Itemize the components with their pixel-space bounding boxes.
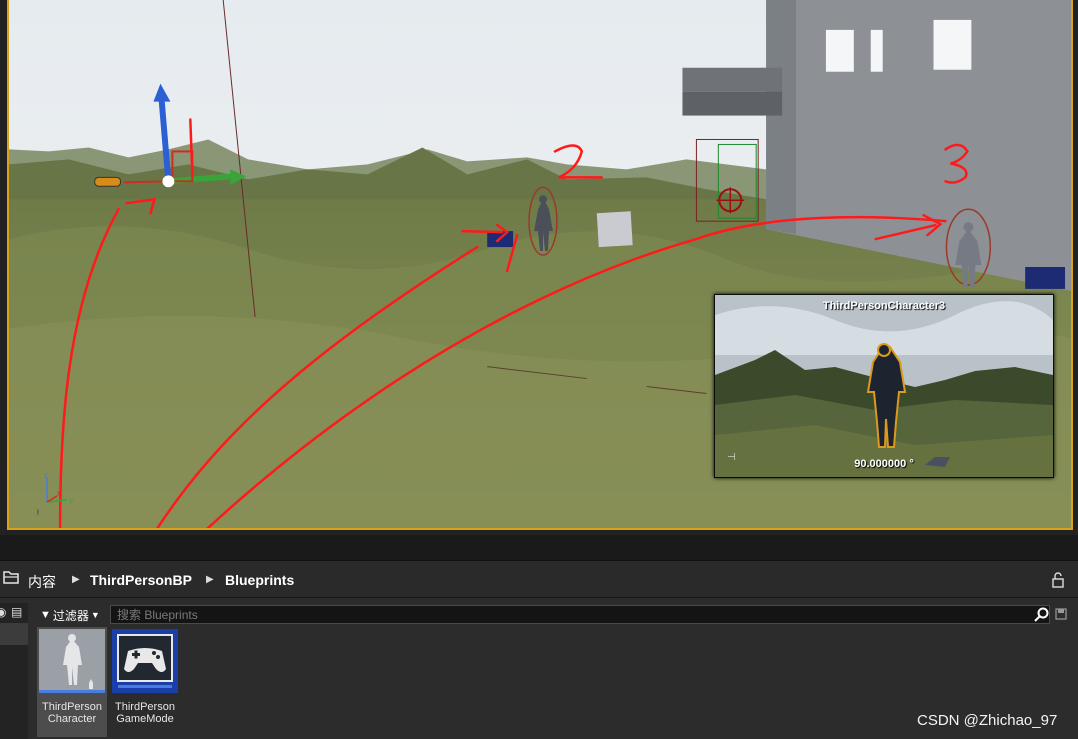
folder-icon[interactable] <box>3 570 19 584</box>
sources-strip: ◉ ▤ <box>0 603 28 739</box>
path-bar: 内容 ▶ ThirdPersonBP ▶ Blueprints <box>0 561 1078 598</box>
svg-text:y: y <box>69 496 73 505</box>
history-icon[interactable]: ◉ <box>0 605 10 619</box>
mannequin-icon <box>39 629 105 693</box>
camera-preview-render <box>715 295 1053 477</box>
filter-button[interactable]: ▼ 过滤器 ▼ <box>40 606 100 624</box>
save-search-icon[interactable] <box>1055 608 1067 620</box>
camera-preview-window[interactable]: ThirdPersonCharacter3 ⊣ 90.000000 ° <box>714 294 1054 478</box>
asset-label-line1: ThirdPerson <box>42 701 102 713</box>
filter-label: 过滤器 <box>52 608 89 623</box>
breadcrumb-blueprints[interactable]: Blueprints <box>225 572 294 588</box>
asset-tile-thirdpersongamemode[interactable]: ThirdPerson GameMode <box>110 627 180 737</box>
sources-tab[interactable] <box>0 623 28 645</box>
level-viewport[interactable]: z y x ThirdPersonCharacter3 ⊣ 90.000000 … <box>0 0 1078 535</box>
svg-text:x: x <box>57 489 61 498</box>
preview-angle: 90.000000 ° <box>854 458 914 470</box>
asset-label-line2: Character <box>47 713 97 725</box>
asset-label: ThirdPerson Character <box>37 701 107 725</box>
asset-label-line1: ThirdPerson <box>115 701 175 713</box>
axis-orientation-widget: z y x <box>31 471 87 520</box>
asset-label: ThirdPerson GameMode <box>110 701 180 725</box>
svg-text:z: z <box>44 472 48 480</box>
watermark: CSDN @Zhichao_97 <box>917 712 1058 729</box>
breadcrumb-arrow-icon[interactable]: ▶ <box>206 574 214 585</box>
gamepad-icon <box>112 629 178 693</box>
filter-icon: ▼ <box>40 609 51 621</box>
asset-label-line2: GameMode <box>116 713 174 725</box>
search-box[interactable] <box>110 605 1050 624</box>
asset-tile-thirdpersoncharacter[interactable]: ThirdPerson Character <box>37 627 107 737</box>
breadcrumb-thirdpersonbp[interactable]: ThirdPersonBP <box>90 572 192 588</box>
breadcrumb-content[interactable]: 内容 <box>28 572 56 592</box>
preview-title: ThirdPersonCharacter3 <box>822 300 946 312</box>
list-view-icon[interactable]: ▤ <box>11 605 25 619</box>
search-icon[interactable] <box>1034 607 1050 623</box>
breadcrumb-arrow-icon[interactable]: ▶ <box>72 574 80 585</box>
search-input[interactable] <box>117 606 1017 623</box>
chevron-down-icon: ▼ <box>90 610 100 620</box>
lock-icon[interactable] <box>1051 572 1065 588</box>
